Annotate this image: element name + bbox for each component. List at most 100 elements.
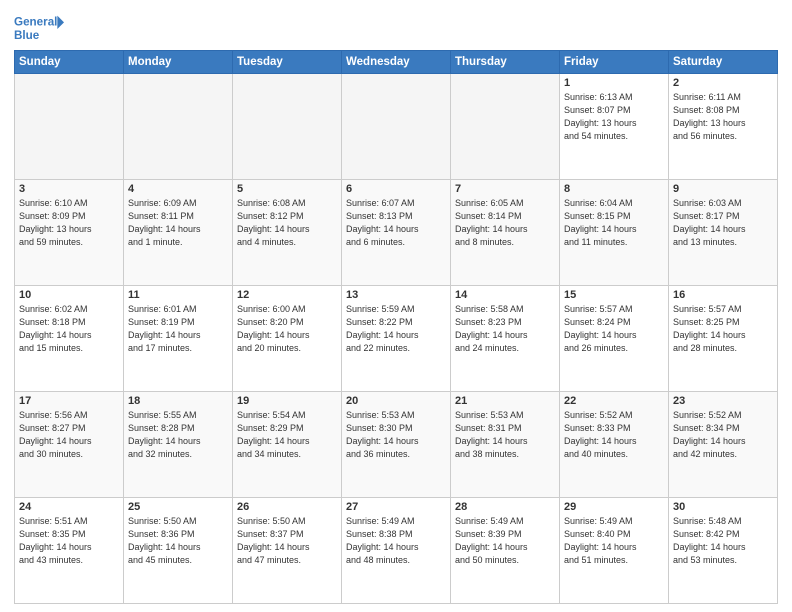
day-info: Sunrise: 5:52 AM Sunset: 8:33 PM Dayligh… xyxy=(564,409,664,461)
day-info: Sunrise: 6:11 AM Sunset: 8:08 PM Dayligh… xyxy=(673,91,773,143)
calendar-cell: 18 Sunrise: 5:55 AM Sunset: 8:28 PM Dayli… xyxy=(124,392,233,498)
weekday-header: Thursday xyxy=(451,51,560,74)
calendar-cell: 21 Sunrise: 5:53 AM Sunset: 8:31 PM Dayli… xyxy=(451,392,560,498)
calendar-cell xyxy=(124,74,233,180)
day-number: 7 xyxy=(455,183,555,195)
day-number: 14 xyxy=(455,289,555,301)
calendar-cell: 27 Sunrise: 5:49 AM Sunset: 8:38 PM Dayli… xyxy=(342,498,451,604)
calendar-cell xyxy=(451,74,560,180)
day-info: Sunrise: 5:51 AM Sunset: 8:35 PM Dayligh… xyxy=(19,515,119,567)
header: GeneralBlue xyxy=(14,10,778,44)
weekday-header: Friday xyxy=(560,51,669,74)
calendar-cell: 24 Sunrise: 5:51 AM Sunset: 8:35 PM Dayli… xyxy=(15,498,124,604)
svg-text:General: General xyxy=(14,16,57,29)
weekday-header: Monday xyxy=(124,51,233,74)
day-number: 28 xyxy=(455,501,555,513)
day-info: Sunrise: 5:58 AM Sunset: 8:23 PM Dayligh… xyxy=(455,303,555,355)
calendar-cell xyxy=(342,74,451,180)
svg-text:Blue: Blue xyxy=(14,29,40,42)
calendar-cell: 7 Sunrise: 6:05 AM Sunset: 8:14 PM Daylig… xyxy=(451,180,560,286)
day-info: Sunrise: 6:08 AM Sunset: 8:12 PM Dayligh… xyxy=(237,197,337,249)
day-info: Sunrise: 5:53 AM Sunset: 8:30 PM Dayligh… xyxy=(346,409,446,461)
calendar-table: SundayMondayTuesdayWednesdayThursdayFrid… xyxy=(14,50,778,604)
day-info: Sunrise: 6:02 AM Sunset: 8:18 PM Dayligh… xyxy=(19,303,119,355)
day-info: Sunrise: 5:55 AM Sunset: 8:28 PM Dayligh… xyxy=(128,409,228,461)
day-number: 20 xyxy=(346,395,446,407)
day-number: 13 xyxy=(346,289,446,301)
logo-icon: GeneralBlue xyxy=(14,14,64,44)
calendar-cell xyxy=(15,74,124,180)
day-number: 6 xyxy=(346,183,446,195)
calendar-cell: 19 Sunrise: 5:54 AM Sunset: 8:29 PM Dayli… xyxy=(233,392,342,498)
day-info: Sunrise: 6:10 AM Sunset: 8:09 PM Dayligh… xyxy=(19,197,119,249)
day-number: 23 xyxy=(673,395,773,407)
day-info: Sunrise: 5:56 AM Sunset: 8:27 PM Dayligh… xyxy=(19,409,119,461)
calendar-cell: 30 Sunrise: 5:48 AM Sunset: 8:42 PM Dayli… xyxy=(669,498,778,604)
day-info: Sunrise: 6:03 AM Sunset: 8:17 PM Dayligh… xyxy=(673,197,773,249)
day-info: Sunrise: 5:49 AM Sunset: 8:39 PM Dayligh… xyxy=(455,515,555,567)
day-info: Sunrise: 5:48 AM Sunset: 8:42 PM Dayligh… xyxy=(673,515,773,567)
day-info: Sunrise: 6:00 AM Sunset: 8:20 PM Dayligh… xyxy=(237,303,337,355)
day-number: 30 xyxy=(673,501,773,513)
day-number: 9 xyxy=(673,183,773,195)
day-info: Sunrise: 5:57 AM Sunset: 8:24 PM Dayligh… xyxy=(564,303,664,355)
day-info: Sunrise: 5:54 AM Sunset: 8:29 PM Dayligh… xyxy=(237,409,337,461)
day-number: 26 xyxy=(237,501,337,513)
calendar-cell: 13 Sunrise: 5:59 AM Sunset: 8:22 PM Dayli… xyxy=(342,286,451,392)
calendar-cell: 5 Sunrise: 6:08 AM Sunset: 8:12 PM Daylig… xyxy=(233,180,342,286)
calendar-cell: 8 Sunrise: 6:04 AM Sunset: 8:15 PM Daylig… xyxy=(560,180,669,286)
day-number: 4 xyxy=(128,183,228,195)
day-info: Sunrise: 6:07 AM Sunset: 8:13 PM Dayligh… xyxy=(346,197,446,249)
day-number: 24 xyxy=(19,501,119,513)
calendar-cell: 26 Sunrise: 5:50 AM Sunset: 8:37 PM Dayli… xyxy=(233,498,342,604)
weekday-header: Wednesday xyxy=(342,51,451,74)
day-info: Sunrise: 5:50 AM Sunset: 8:37 PM Dayligh… xyxy=(237,515,337,567)
day-info: Sunrise: 5:50 AM Sunset: 8:36 PM Dayligh… xyxy=(128,515,228,567)
calendar-cell: 11 Sunrise: 6:01 AM Sunset: 8:19 PM Dayli… xyxy=(124,286,233,392)
day-number: 27 xyxy=(346,501,446,513)
day-info: Sunrise: 6:01 AM Sunset: 8:19 PM Dayligh… xyxy=(128,303,228,355)
day-number: 16 xyxy=(673,289,773,301)
day-info: Sunrise: 6:13 AM Sunset: 8:07 PM Dayligh… xyxy=(564,91,664,143)
day-number: 15 xyxy=(564,289,664,301)
calendar-cell: 1Sunrise: 6:13 AM Sunset: 8:07 PM Daylig… xyxy=(560,74,669,180)
calendar-cell: 10 Sunrise: 6:02 AM Sunset: 8:18 PM Dayli… xyxy=(15,286,124,392)
day-number: 18 xyxy=(128,395,228,407)
calendar-cell: 16Sunrise: 5:57 AM Sunset: 8:25 PM Dayli… xyxy=(669,286,778,392)
calendar-cell: 20 Sunrise: 5:53 AM Sunset: 8:30 PM Dayli… xyxy=(342,392,451,498)
calendar-cell: 4 Sunrise: 6:09 AM Sunset: 8:11 PM Daylig… xyxy=(124,180,233,286)
day-number: 29 xyxy=(564,501,664,513)
day-number: 17 xyxy=(19,395,119,407)
calendar-cell: 29 Sunrise: 5:49 AM Sunset: 8:40 PM Dayli… xyxy=(560,498,669,604)
calendar-cell: 25Sunrise: 5:50 AM Sunset: 8:36 PM Dayli… xyxy=(124,498,233,604)
calendar-cell: 2 Sunrise: 6:11 AM Sunset: 8:08 PM Daylig… xyxy=(669,74,778,180)
day-info: Sunrise: 6:04 AM Sunset: 8:15 PM Dayligh… xyxy=(564,197,664,249)
calendar-cell: 12 Sunrise: 6:00 AM Sunset: 8:20 PM Dayli… xyxy=(233,286,342,392)
calendar-cell: 28 Sunrise: 5:49 AM Sunset: 8:39 PM Dayli… xyxy=(451,498,560,604)
calendar-cell: 17 Sunrise: 5:56 AM Sunset: 8:27 PM Dayli… xyxy=(15,392,124,498)
day-number: 8 xyxy=(564,183,664,195)
weekday-header: Saturday xyxy=(669,51,778,74)
day-info: Sunrise: 5:52 AM Sunset: 8:34 PM Dayligh… xyxy=(673,409,773,461)
day-info: Sunrise: 5:49 AM Sunset: 8:40 PM Dayligh… xyxy=(564,515,664,567)
day-number: 5 xyxy=(237,183,337,195)
logo: GeneralBlue xyxy=(14,14,64,44)
day-info: Sunrise: 5:49 AM Sunset: 8:38 PM Dayligh… xyxy=(346,515,446,567)
day-info: Sunrise: 5:59 AM Sunset: 8:22 PM Dayligh… xyxy=(346,303,446,355)
day-number: 19 xyxy=(237,395,337,407)
day-info: Sunrise: 6:09 AM Sunset: 8:11 PM Dayligh… xyxy=(128,197,228,249)
calendar-cell: 6 Sunrise: 6:07 AM Sunset: 8:13 PM Daylig… xyxy=(342,180,451,286)
day-number: 2 xyxy=(673,77,773,89)
day-number: 21 xyxy=(455,395,555,407)
weekday-header: Sunday xyxy=(15,51,124,74)
calendar-cell: 9 Sunrise: 6:03 AM Sunset: 8:17 PM Daylig… xyxy=(669,180,778,286)
day-number: 12 xyxy=(237,289,337,301)
calendar-cell xyxy=(233,74,342,180)
weekday-header: Tuesday xyxy=(233,51,342,74)
day-info: Sunrise: 5:53 AM Sunset: 8:31 PM Dayligh… xyxy=(455,409,555,461)
day-number: 10 xyxy=(19,289,119,301)
day-number: 11 xyxy=(128,289,228,301)
calendar-cell: 14 Sunrise: 5:58 AM Sunset: 8:23 PM Dayli… xyxy=(451,286,560,392)
day-info: Sunrise: 6:05 AM Sunset: 8:14 PM Dayligh… xyxy=(455,197,555,249)
calendar-cell: 22Sunrise: 5:52 AM Sunset: 8:33 PM Dayli… xyxy=(560,392,669,498)
